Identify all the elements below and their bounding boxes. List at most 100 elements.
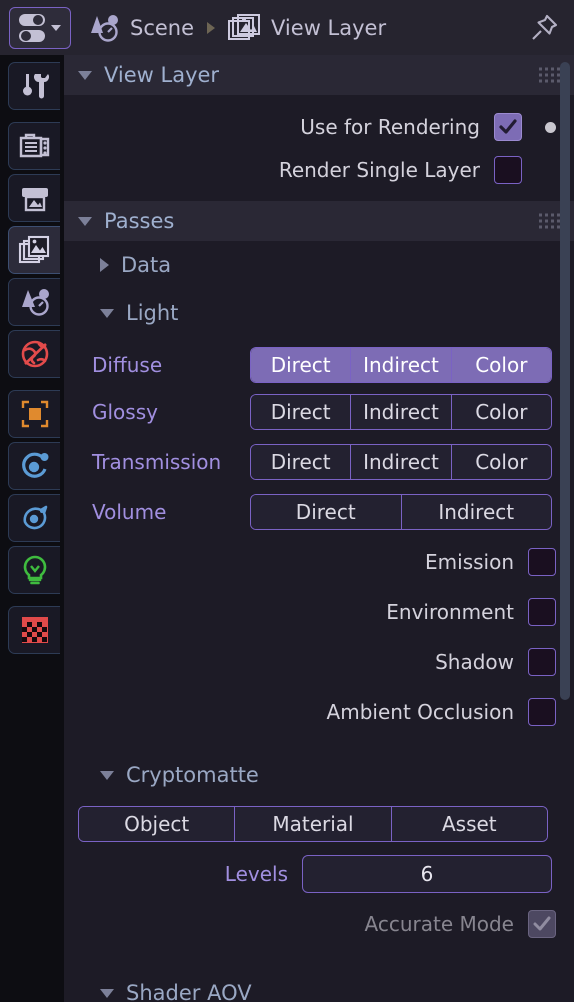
toggle-cryptomatte-asset[interactable]: Asset: [391, 807, 547, 841]
output-icon: [21, 188, 48, 212]
label-ambient-occlusion: Ambient Occlusion: [326, 700, 514, 724]
toggle-volume-direct[interactable]: Direct: [251, 495, 402, 529]
editor-type-selector[interactable]: [9, 6, 71, 49]
view-layer-icon: [18, 235, 49, 264]
properties-content: View Layer Use for Rendering Render Sing…: [64, 55, 574, 1002]
panel-title-passes: Passes: [104, 209, 175, 233]
label-environment: Environment: [386, 600, 514, 624]
material-icon: [21, 617, 48, 643]
checkbox-use-for-rendering[interactable]: [494, 113, 522, 141]
disclosure-triangle-down-icon: [100, 988, 114, 998]
label-glossy: Glossy: [92, 400, 158, 424]
light-data-icon: [23, 555, 46, 585]
toggle-cryptomatte-material[interactable]: Material: [235, 807, 392, 841]
row-glossy-passes: Glossy Direct Indirect Color: [64, 387, 574, 437]
row-emission-pass: Emission: [64, 537, 574, 587]
subpanel-header-cryptomatte[interactable]: Cryptomatte: [64, 751, 574, 799]
sidebar-item-render[interactable]: [8, 122, 60, 170]
label-shadow: Shadow: [435, 650, 514, 674]
vertical-scrollbar[interactable]: [560, 62, 570, 700]
row-cryptomatte-levels: Levels 6: [64, 849, 574, 899]
sidebar-item-modifiers[interactable]: [8, 442, 60, 490]
label-transmission: Transmission: [92, 450, 222, 474]
panel-header-view-layer[interactable]: View Layer: [64, 55, 574, 95]
toggle-glossy-direct[interactable]: Direct: [251, 395, 352, 429]
disclosure-triangle-down-icon: [78, 70, 92, 80]
toggle-group-volume: Direct Indirect: [250, 494, 552, 530]
toggle-glossy-color[interactable]: Color: [451, 395, 551, 429]
row-volume-passes: Volume Direct Indirect: [64, 487, 574, 537]
scene-icon: [21, 289, 49, 316]
toggle-glossy-indirect[interactable]: Indirect: [351, 395, 452, 429]
disclosure-triangle-down-icon: [78, 216, 92, 226]
sidebar-item-object[interactable]: [8, 390, 60, 438]
subpanel-header-shader-aov[interactable]: Shader AOV: [64, 969, 574, 1002]
subpanel-title-cryptomatte: Cryptomatte: [126, 763, 259, 787]
sidebar-item-view-layer[interactable]: [8, 226, 60, 274]
row-ambient-occlusion-pass: Ambient Occlusion: [64, 687, 574, 737]
toggle-cryptomatte-object[interactable]: Object: [79, 807, 236, 841]
world-icon: [21, 340, 48, 368]
label-use-for-rendering: Use for Rendering: [300, 115, 480, 139]
row-environment-pass: Environment: [64, 587, 574, 637]
row-accurate-mode: Accurate Mode: [64, 899, 574, 949]
breadcrumb-separator-icon: [207, 21, 216, 34]
toggle-diffuse-indirect[interactable]: Indirect: [351, 348, 452, 382]
label-diffuse: Diffuse: [92, 353, 163, 377]
modifier-icon: [21, 452, 48, 478]
row-render-single-layer: Render Single Layer: [64, 145, 574, 195]
toggle-group-cryptomatte: Object Material Asset: [78, 806, 548, 842]
toggle-group-glossy: Direct Indirect Color: [250, 394, 552, 430]
subpanel-title-shader-aov: Shader AOV: [126, 981, 252, 1002]
toggle-transmission-color[interactable]: Color: [451, 445, 551, 479]
row-use-for-rendering: Use for Rendering: [64, 95, 574, 145]
label-volume: Volume: [92, 500, 167, 524]
label-accurate-mode: Accurate Mode: [364, 912, 514, 936]
sidebar-item-material[interactable]: [8, 606, 60, 654]
subpanel-title-data: Data: [121, 253, 172, 277]
levels-input[interactable]: 6: [302, 855, 552, 893]
sidebar-item-physics[interactable]: [8, 494, 60, 542]
toggle-diffuse-color[interactable]: Color: [451, 348, 551, 382]
checkbox-environment[interactable]: [528, 598, 556, 626]
breadcrumb: Scene View Layer: [87, 13, 522, 43]
subpanel-header-data[interactable]: Data: [64, 241, 574, 289]
label-emission: Emission: [425, 550, 514, 574]
toggle-diffuse-direct[interactable]: Direct: [251, 348, 352, 382]
sidebar-item-scene[interactable]: [8, 278, 60, 326]
physics-icon: [22, 505, 47, 530]
animate-decorator-icon[interactable]: [545, 121, 556, 133]
panel-title-view-layer: View Layer: [104, 63, 220, 87]
subpanel-header-light[interactable]: Light: [64, 289, 574, 337]
toggle-group-transmission: Direct Indirect Color: [250, 444, 552, 480]
checkbox-accurate-mode[interactable]: [528, 910, 556, 938]
scene-icon: [87, 13, 121, 43]
toggle-volume-indirect[interactable]: Indirect: [401, 495, 551, 529]
view-layer-icon: [228, 13, 262, 43]
disclosure-triangle-down-icon: [100, 308, 114, 318]
render-icon: [19, 133, 49, 158]
row-shadow-pass: Shadow: [64, 637, 574, 687]
disclosure-triangle-down-icon: [100, 770, 114, 780]
panel-body-view-layer: Use for Rendering Render Single Layer: [64, 95, 574, 195]
pin-icon[interactable]: [522, 6, 566, 50]
checkbox-render-single-layer[interactable]: [494, 156, 522, 184]
properties-editor-icon: [19, 13, 45, 42]
breadcrumb-view-layer-label[interactable]: View Layer: [271, 16, 386, 40]
checkbox-shadow[interactable]: [528, 648, 556, 676]
toggle-group-diffuse: Direct Indirect Color: [250, 347, 552, 383]
sidebar-item-tool[interactable]: [8, 62, 60, 110]
toggle-transmission-indirect[interactable]: Indirect: [351, 445, 452, 479]
panel-grip-icon: [539, 213, 560, 229]
toggle-transmission-direct[interactable]: Direct: [251, 445, 352, 479]
sidebar-item-output[interactable]: [8, 174, 60, 222]
checkbox-ambient-occlusion[interactable]: [528, 698, 556, 726]
panel-header-passes[interactable]: Passes: [64, 201, 574, 241]
breadcrumb-scene-label[interactable]: Scene: [130, 16, 194, 40]
label-render-single-layer: Render Single Layer: [278, 158, 480, 182]
check-icon: [499, 119, 517, 134]
sidebar-item-object-data[interactable]: [8, 546, 60, 594]
sidebar-item-world[interactable]: [8, 330, 60, 378]
checkbox-emission[interactable]: [528, 548, 556, 576]
row-cryptomatte-toggles: Object Material Asset: [64, 799, 574, 849]
